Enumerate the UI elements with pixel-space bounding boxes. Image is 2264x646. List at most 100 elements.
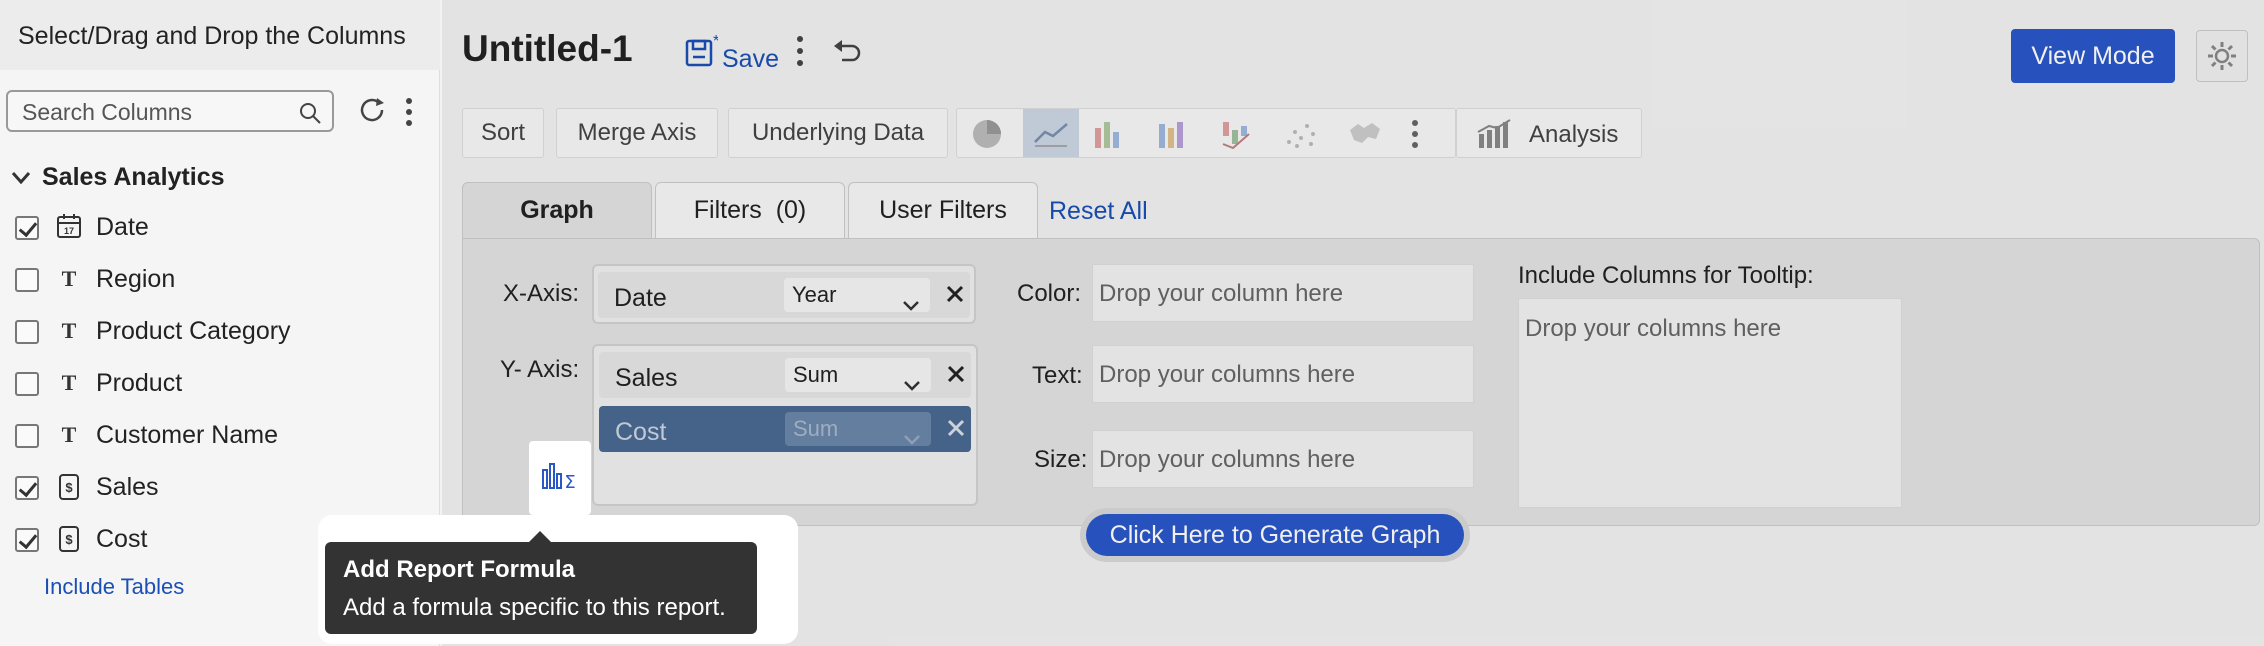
column-label: Product — [96, 369, 183, 397]
currency-icon: $ — [56, 473, 82, 501]
svg-text:$: $ — [65, 480, 73, 495]
formula-icon: Σ — [540, 460, 580, 497]
report-title[interactable]: Untitled-1 — [462, 28, 633, 70]
column-checkbox[interactable] — [15, 528, 39, 552]
stacked-bar-icon[interactable] — [1155, 118, 1191, 150]
search-columns-input[interactable] — [22, 99, 282, 125]
column-item-region[interactable]: T Region — [0, 255, 440, 303]
tab-graph[interactable]: Graph — [462, 182, 652, 238]
column-item-customer-name[interactable]: T Customer Name — [0, 411, 440, 459]
remove-close-icon[interactable] — [945, 417, 967, 446]
column-checkbox[interactable] — [15, 268, 39, 292]
underlying-data-button[interactable]: Underlying Data — [728, 108, 948, 158]
column-checkbox[interactable] — [15, 372, 39, 396]
merge-axis-button[interactable]: Merge Axis — [556, 108, 718, 158]
remove-close-icon[interactable] — [944, 283, 966, 312]
aggregation-select[interactable]: Sum — [785, 412, 931, 446]
search-columns-box[interactable] — [6, 90, 334, 132]
aggregation-value: Sum — [793, 416, 839, 441]
column-item-product-category[interactable]: T Product Category — [0, 307, 440, 355]
tooltip-title: Add Report Formula — [343, 556, 575, 583]
analysis-button[interactable]: Analysis — [1456, 108, 1642, 158]
aggregation-value: Year — [792, 282, 837, 307]
generate-graph-button[interactable]: Click Here to Generate Graph — [1086, 514, 1464, 556]
text-type-icon: T — [61, 266, 77, 291]
add-report-formula-tooltip: Add Report Formula Add a formula specifi… — [325, 542, 757, 634]
chevron-down-icon[interactable] — [10, 170, 32, 191]
more-chart-types-icon[interactable] — [1409, 118, 1425, 150]
column-label: Cost — [96, 525, 148, 553]
column-label: Product Category — [96, 317, 291, 345]
undo-icon[interactable] — [832, 38, 862, 71]
map-chart-icon[interactable] — [1347, 118, 1383, 150]
x-axis-pill-date[interactable]: Date Year — [598, 272, 970, 318]
analysis-chart-icon — [1475, 118, 1513, 157]
color-drop-zone[interactable]: Drop your column here — [1092, 264, 1474, 322]
column-item-date[interactable]: 17 Date — [0, 203, 440, 251]
save-label: Save — [722, 45, 779, 73]
table-folder-sales-analytics[interactable]: Sales Analytics — [42, 163, 225, 192]
size-drop-zone[interactable]: Drop your columns here — [1092, 430, 1474, 488]
size-label: Size: — [1034, 446, 1088, 473]
chevron-down-icon — [903, 422, 921, 456]
chevron-down-icon — [903, 368, 921, 402]
add-report-formula-button[interactable]: Σ — [529, 441, 591, 515]
column-item-product[interactable]: T Product — [0, 359, 440, 407]
waterfall-chart-icon[interactable] — [1219, 118, 1255, 150]
svg-text:*: * — [713, 33, 718, 50]
text-type-icon: T — [61, 422, 77, 447]
svg-text:Σ: Σ — [564, 472, 575, 492]
text-type-icon: T — [61, 318, 77, 343]
column-checkbox[interactable] — [15, 216, 39, 240]
color-label: Color: — [1017, 280, 1082, 307]
column-checkbox[interactable] — [15, 320, 39, 344]
column-label: Date — [96, 213, 149, 241]
remove-close-icon[interactable] — [945, 363, 967, 392]
pill-column-name: Cost — [615, 418, 667, 446]
column-label: Sales — [96, 473, 159, 501]
text-drop-zone[interactable]: Drop your columns here — [1092, 345, 1474, 403]
calendar-icon: 17 — [56, 213, 82, 241]
analysis-label: Analysis — [1529, 121, 1619, 148]
include-tables-link[interactable]: Include Tables — [44, 574, 184, 600]
save-button[interactable]: * Save — [684, 32, 779, 76]
svg-text:17: 17 — [64, 226, 74, 236]
pill-column-name: Sales — [615, 364, 678, 392]
scatter-chart-icon[interactable] — [1283, 118, 1319, 150]
bar-chart-icon[interactable] — [1091, 118, 1127, 150]
pie-chart-icon[interactable] — [969, 118, 1005, 150]
column-checkbox[interactable] — [15, 424, 39, 448]
line-chart-icon[interactable] — [1023, 109, 1079, 157]
pill-column-name: Date — [614, 284, 667, 312]
aggregation-select[interactable]: Year — [784, 278, 930, 312]
column-label: Customer Name — [96, 421, 278, 449]
aggregation-select[interactable]: Sum — [785, 358, 931, 392]
tab-user-filters[interactable]: User Filters — [848, 182, 1038, 238]
view-mode-button[interactable]: View Mode — [2011, 29, 2175, 83]
settings-gear-icon[interactable] — [2196, 30, 2248, 82]
x-axis-label: X-Axis: — [503, 280, 580, 307]
y-axis-pill-cost[interactable]: Cost Sum — [599, 406, 971, 452]
more-options-icon[interactable] — [794, 34, 806, 73]
text-type-icon: T — [61, 370, 77, 395]
refresh-icon[interactable] — [356, 94, 388, 131]
text-label: Text: — [1032, 362, 1083, 389]
chart-type-bar — [956, 108, 1456, 158]
more-options-icon[interactable] — [402, 96, 416, 133]
columns-panel-title: Select/Drag and Drop the Columns — [18, 22, 406, 50]
tooltip-columns-drop-zone[interactable]: Drop your columns here — [1518, 298, 1902, 508]
y-axis-pill-sales[interactable]: Sales Sum — [599, 352, 971, 398]
column-label: Region — [96, 265, 176, 293]
chevron-down-icon — [902, 288, 920, 322]
tab-filters[interactable]: Filters (0) — [655, 182, 845, 238]
aggregation-value: Sum — [793, 362, 839, 387]
tooltip-columns-label: Include Columns for Tooltip: — [1518, 262, 1814, 289]
search-icon[interactable] — [298, 101, 322, 130]
sort-button[interactable]: Sort — [462, 108, 544, 158]
reset-all-link[interactable]: Reset All — [1049, 197, 1148, 226]
tooltip-text: Add a formula specific to this report. — [343, 594, 726, 621]
column-checkbox[interactable] — [15, 476, 39, 500]
y-axis-label: Y- Axis: — [500, 356, 580, 383]
save-icon: * — [684, 33, 719, 76]
column-item-sales[interactable]: $ Sales — [0, 463, 440, 511]
